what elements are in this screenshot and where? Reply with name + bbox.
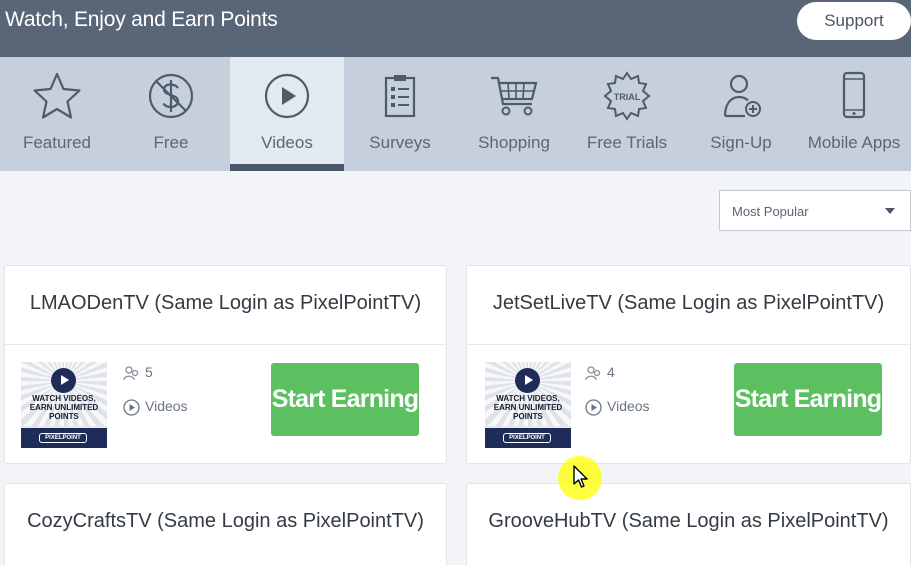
brand-logo: PIXELPOINT — [503, 433, 551, 443]
offer-title[interactable]: GrooveHubTV (Same Login as PixelPointTV) — [467, 510, 910, 533]
category-label: Videos — [261, 133, 313, 152]
user-add-icon — [684, 70, 798, 122]
start-earning-button[interactable]: Start Earning — [734, 363, 882, 436]
category-label: Sign-Up — [710, 133, 772, 152]
offer-card: JetSetLiveTV (Same Login as PixelPointTV… — [466, 265, 911, 464]
play-circle-icon — [123, 399, 140, 416]
video-count: 4 — [607, 364, 615, 380]
users-icon — [123, 366, 139, 381]
category-mobile-apps[interactable]: Mobile Apps — [797, 57, 911, 171]
category-label: Free Trials — [586, 133, 668, 152]
category-label: Free — [153, 133, 189, 152]
offer-meta: 4 Videos — [585, 364, 650, 432]
trial-badge-text: TRIAL — [614, 92, 641, 102]
category-label: Surveys — [369, 133, 431, 152]
mobile-phone-icon — [797, 70, 911, 122]
category-free-trials[interactable]: TRIAL Free Trials — [570, 57, 684, 171]
play-icon — [51, 368, 76, 393]
support-button[interactable]: Support — [797, 2, 911, 40]
offer-thumbnail[interactable]: WATCH VIDEOS, EARN UNLIMITED POINTS PIXE… — [485, 362, 571, 448]
active-tab-indicator — [230, 164, 344, 171]
category-free[interactable]: Free — [114, 57, 228, 171]
no-dollar-icon — [114, 70, 228, 122]
category-label: Shopping — [478, 133, 550, 152]
cart-icon — [457, 70, 571, 122]
cursor-highlight — [558, 456, 602, 500]
category-sign-up[interactable]: Sign-Up — [684, 57, 798, 171]
video-unit-label: Videos — [145, 398, 188, 414]
thumbnail-text: WATCH VIDEOS, EARN UNLIMITED POINTS — [29, 394, 99, 421]
offer-meta: 5 Videos — [123, 364, 188, 432]
category-videos[interactable]: Videos — [230, 57, 344, 171]
brand-logo: PIXELPOINT — [39, 433, 87, 443]
trial-badge-icon: TRIAL — [570, 70, 684, 122]
category-featured[interactable]: Featured — [0, 57, 114, 171]
offer-thumbnail[interactable]: WATCH VIDEOS, EARN UNLIMITED POINTS PIXE… — [21, 362, 107, 448]
category-label: Featured — [22, 133, 92, 152]
offer-title[interactable]: CozyCraftsTV (Same Login as PixelPointTV… — [5, 510, 446, 533]
page-title: Watch, Enjoy and Earn Points — [5, 8, 278, 31]
play-icon — [515, 368, 540, 393]
sort-dropdown[interactable]: Most Popular — [719, 190, 911, 231]
caret-down-icon — [885, 208, 895, 214]
category-shopping[interactable]: Shopping — [457, 57, 571, 171]
offer-title[interactable]: LMAODenTV (Same Login as PixelPointTV) — [5, 292, 446, 315]
thumbnail-text: WATCH VIDEOS, EARN UNLIMITED POINTS — [493, 394, 563, 421]
mouse-pointer-icon — [573, 465, 588, 488]
clipboard-icon — [343, 70, 457, 122]
users-icon — [585, 366, 601, 381]
play-circle-icon — [585, 399, 602, 416]
play-circle-icon — [230, 70, 344, 122]
offer-card: GrooveHubTV (Same Login as PixelPointTV) — [466, 483, 911, 565]
offer-card: CozyCraftsTV (Same Login as PixelPointTV… — [4, 483, 447, 565]
video-unit-label: Videos — [607, 398, 650, 414]
card-divider — [5, 344, 446, 345]
category-nav: Featured Free Videos Surveys Shopping TR… — [0, 57, 911, 171]
card-divider — [467, 344, 910, 345]
video-count: 5 — [145, 364, 153, 380]
sort-selected-value: Most Popular — [732, 204, 809, 219]
category-label: Mobile Apps — [807, 133, 901, 152]
start-earning-button[interactable]: Start Earning — [271, 363, 419, 436]
offer-card: LMAODenTV (Same Login as PixelPointTV) W… — [4, 265, 447, 464]
top-bar: Watch, Enjoy and Earn Points Support — [0, 0, 911, 57]
category-surveys[interactable]: Surveys — [343, 57, 457, 171]
star-icon — [0, 70, 114, 122]
offer-title[interactable]: JetSetLiveTV (Same Login as PixelPointTV… — [467, 292, 910, 315]
